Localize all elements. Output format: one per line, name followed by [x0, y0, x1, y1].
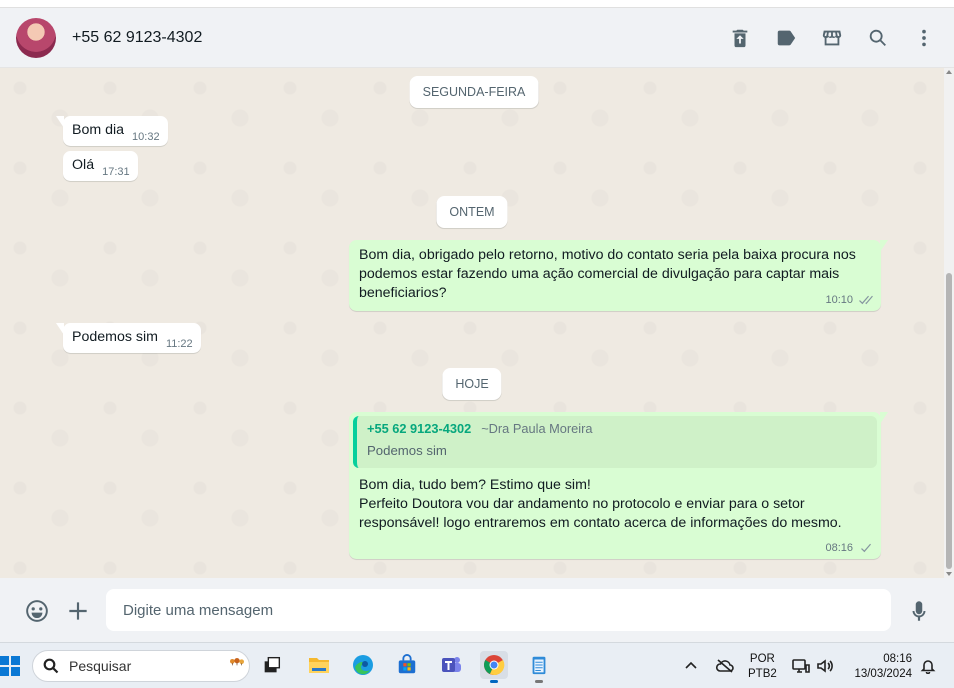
- chrome-icon[interactable]: [480, 651, 508, 683]
- volume-icon[interactable]: [816, 643, 834, 688]
- scroll-down-arrow-icon[interactable]: [946, 572, 952, 576]
- open-app-indicator: [535, 680, 543, 683]
- double-check-icon: [857, 295, 873, 306]
- keyboard-layout: PTB2: [748, 668, 777, 680]
- language-code: POR: [749, 653, 775, 665]
- message-input[interactable]: [106, 589, 891, 631]
- day-separator: SEGUNDA-FEIRA: [409, 76, 539, 108]
- message-time: 08:16: [825, 542, 853, 554]
- header-actions: [728, 8, 936, 68]
- taskbar-search[interactable]: Pesquisar: [32, 650, 250, 682]
- outgoing-message[interactable]: +55 62 9123-4302 ~Dra Paula Moreira Pode…: [349, 412, 888, 559]
- quoted-push-name: ~Dra Paula Moreira: [481, 421, 593, 436]
- windows-start-icon[interactable]: [0, 656, 20, 676]
- quoted-text: Podemos sim: [367, 443, 447, 458]
- input-language-indicator[interactable]: POR PTB2: [748, 652, 777, 682]
- teams-icon[interactable]: [437, 651, 465, 679]
- taskbar-search-label: Pesquisar: [69, 658, 132, 674]
- search-icon: [43, 658, 59, 674]
- task-view-icon[interactable]: [258, 651, 286, 679]
- quoted-message[interactable]: +55 62 9123-4302 ~Dra Paula Moreira Pode…: [353, 416, 877, 468]
- message-time: 10:10: [825, 294, 853, 306]
- delete-icon[interactable]: [728, 26, 752, 50]
- attach-icon[interactable]: [65, 598, 91, 624]
- scrollbar-thumb[interactable]: [946, 273, 952, 569]
- scroll-up-arrow-icon[interactable]: [946, 70, 952, 74]
- edge-browser-icon[interactable]: [349, 651, 377, 679]
- outgoing-message[interactable]: Bom dia, obrigado pelo retorno, motivo d…: [349, 240, 888, 311]
- taskbar-clock[interactable]: 08:16 13/03/2024: [850, 652, 912, 682]
- incoming-message[interactable]: Podemos sim 11:22: [56, 323, 201, 353]
- active-app-indicator: [490, 680, 498, 683]
- incoming-message[interactable]: Bom dia 10:32: [56, 116, 168, 146]
- message-meta: 08:16: [825, 542, 873, 554]
- message-time: 11:22: [165, 338, 193, 350]
- clock-time: 08:16: [883, 653, 912, 665]
- menu-icon[interactable]: [912, 26, 936, 50]
- windows-taskbar: Pesquisar POR PTB2 08:16 13/03/2024: [0, 642, 954, 688]
- chat-scrollbar[interactable]: [944, 68, 954, 578]
- chat-area[interactable]: SEGUNDA-FEIRA Bom dia 10:32 Olá 17:31 ON…: [0, 68, 944, 578]
- microphone-icon[interactable]: [906, 598, 932, 624]
- window-top-strip: [0, 0, 954, 8]
- microsoft-store-icon[interactable]: [393, 651, 421, 679]
- catalog-icon[interactable]: [820, 26, 844, 50]
- clock-date: 13/03/2024: [854, 668, 912, 680]
- search-icon[interactable]: [866, 26, 890, 50]
- quoted-author: +55 62 9123-4302: [367, 421, 472, 436]
- message-text: Podemos sim: [72, 329, 158, 345]
- chat-header[interactable]: +55 62 9123-4302: [0, 8, 954, 68]
- network-icon[interactable]: [792, 643, 810, 688]
- avatar[interactable]: [16, 17, 56, 58]
- message-meta: 10:10: [825, 294, 873, 306]
- message-text: Olá: [72, 157, 95, 173]
- notepad-icon[interactable]: [525, 651, 553, 683]
- contact-name[interactable]: +55 62 9123-4302: [72, 29, 202, 47]
- message-time: 17:31: [102, 166, 130, 178]
- file-explorer-icon[interactable]: [305, 651, 333, 679]
- message-time: 10:32: [132, 131, 160, 143]
- message-text: Bom dia, tudo bem? Estimo que sim! Perfe…: [359, 477, 842, 531]
- incoming-message[interactable]: Olá 17:31: [63, 151, 138, 181]
- show-hidden-icons-chevron-icon[interactable]: [684, 643, 698, 688]
- emoji-icon[interactable]: [24, 598, 50, 624]
- trees-illustration-icon: [230, 658, 244, 666]
- message-text: Bom dia: [72, 122, 125, 138]
- day-separator: ONTEM: [436, 196, 508, 228]
- day-separator: HOJE: [442, 368, 502, 400]
- onedrive-offline-icon[interactable]: [715, 643, 735, 688]
- label-icon[interactable]: [774, 26, 798, 50]
- message-composer: [0, 578, 954, 642]
- notification-bell-icon[interactable]: [920, 643, 936, 688]
- single-check-icon: [857, 543, 873, 554]
- message-text: Bom dia, obrigado pelo retorno, motivo d…: [359, 247, 856, 301]
